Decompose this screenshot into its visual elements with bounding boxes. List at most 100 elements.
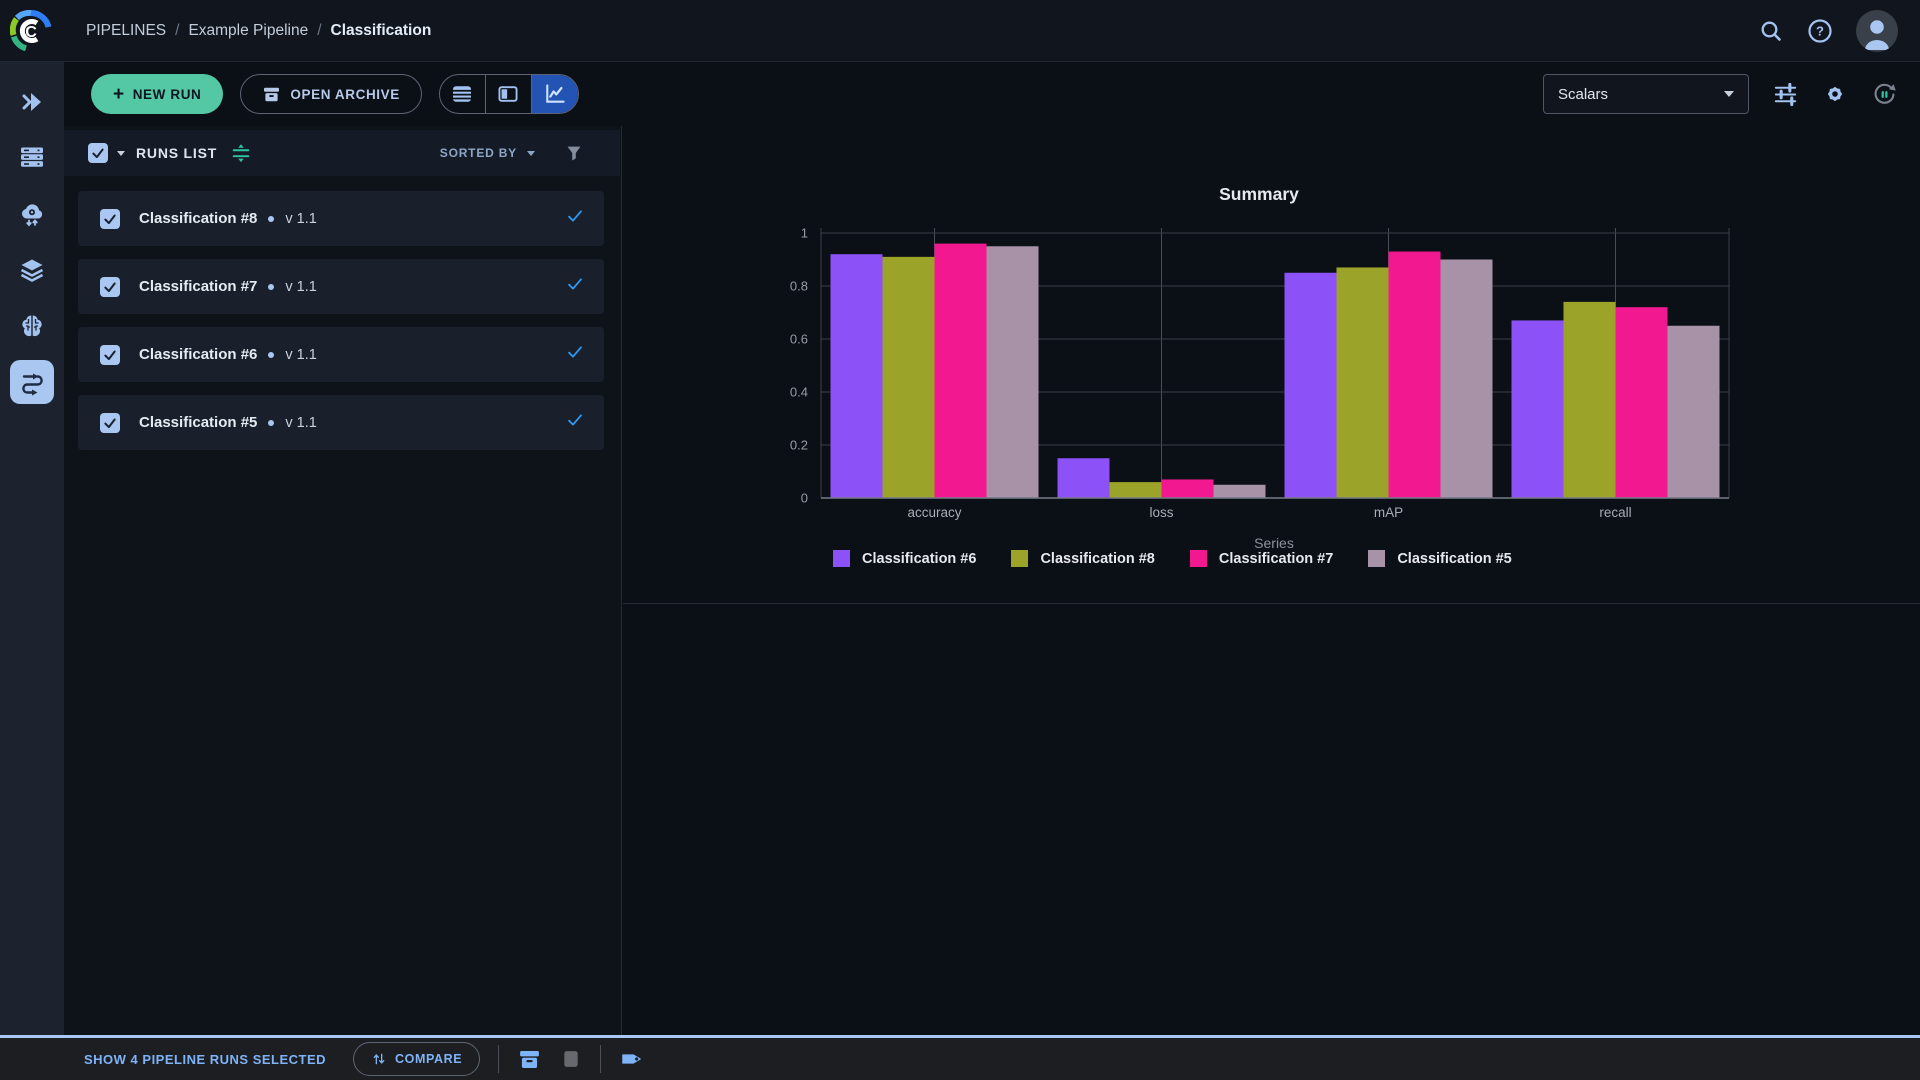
run-version: v 1.1 (285, 414, 317, 431)
metric-selector[interactable]: Scalars (1543, 74, 1749, 114)
chart-legend: Classification #6 Classification #8 Clas… (833, 550, 1512, 567)
pipelines-icon (22, 373, 43, 396)
status-dot (268, 215, 275, 222)
chart-view-icon (546, 84, 565, 103)
open-archive-button[interactable]: OPEN ARCHIVE (240, 74, 422, 114)
plus-icon: + (113, 83, 125, 105)
table-view-icon (453, 86, 472, 102)
select-all-checkbox[interactable] (88, 143, 108, 163)
svg-text:0.6: 0.6 (790, 332, 808, 347)
sorted-by-dropdown[interactable]: SORTED BY (440, 146, 535, 160)
breadcrumb-pipelines[interactable]: PIPELINES (86, 22, 166, 40)
split-view-button[interactable] (486, 75, 532, 113)
divider (600, 1045, 602, 1073)
legend-item[interactable]: Classification #5 (1368, 550, 1512, 567)
run-row[interactable]: Classification #5 v 1.1 (78, 395, 604, 450)
breadcrumb: PIPELINES / Example Pipeline / Classific… (86, 22, 431, 40)
legend-item[interactable]: Classification #6 (833, 550, 976, 567)
sidebar-item-workers-queues[interactable] (18, 143, 46, 171)
runs-list-title: RUNS LIST (136, 145, 218, 161)
compare-button[interactable]: COMPARE (353, 1042, 481, 1076)
summary-chart-panel: Summary 0 0.2 0.4 0.6 0.8 1 accuracy loss mAP reca… (623, 126, 1920, 604)
check-icon (92, 148, 104, 159)
svg-text:0.2: 0.2 (790, 438, 808, 453)
legend-label: Classification #8 (1040, 550, 1155, 567)
chart-view-button[interactable] (531, 75, 578, 113)
legend-swatch (1368, 550, 1386, 567)
selected-runs-link[interactable]: SHOW 4 PIPELINE RUNS SELECTED (84, 1052, 326, 1067)
svg-text:0: 0 (801, 491, 808, 506)
filter-icon[interactable] (564, 142, 584, 164)
selected-check-icon (566, 276, 584, 297)
runs-list-panel: RUNS LIST SORTED BY Classification #8 v (64, 126, 622, 1035)
legend-swatch (833, 550, 850, 567)
legend-item[interactable]: Classification #7 (1189, 550, 1334, 567)
status-dot (268, 351, 275, 358)
sidebar-item-pipelines[interactable] (10, 360, 54, 404)
chart-xaxis-title: Series (1254, 535, 1294, 551)
legend-swatch (1011, 550, 1029, 567)
sidebar-item-cloud[interactable] (18, 199, 46, 227)
svg-text:accuracy: accuracy (907, 505, 961, 520)
open-archive-label: OPEN ARCHIVE (290, 86, 400, 102)
unfold-rows-icon[interactable] (230, 141, 252, 165)
sidebar-item-datasets[interactable] (18, 256, 46, 284)
auto-refresh-icon[interactable] (1871, 81, 1898, 108)
top-bar: C PIPELINES / Example Pipeline / Classif… (0, 0, 1920, 62)
run-checkbox[interactable] (100, 412, 120, 433)
legend-swatch (1189, 550, 1207, 567)
sidebar-item-models[interactable] (18, 312, 46, 340)
settings-gear-icon[interactable] (1822, 81, 1848, 107)
svg-text:loss: loss (1149, 505, 1173, 520)
run-row[interactable]: Classification #7 v 1.1 (78, 259, 604, 314)
user-avatar[interactable] (1856, 9, 1898, 52)
server-rack-icon (21, 147, 43, 167)
archive-button[interactable] (517, 1047, 542, 1072)
app-root: C PIPELINES / Example Pipeline / Classif… (0, 0, 1920, 1080)
sidebar (0, 62, 64, 1035)
help-icon[interactable]: ? (1806, 17, 1834, 45)
toolbar: + NEW RUN OPEN ARCHIVE Scalars (64, 62, 1920, 126)
selected-check-icon (566, 412, 584, 433)
status-dot (268, 283, 275, 290)
breadcrumb-separator: / (175, 21, 180, 39)
run-checkbox[interactable] (100, 344, 120, 365)
summary-chart: Summary 0 0.2 0.4 0.6 0.8 1 accuracy loss mAP reca… (790, 184, 1730, 520)
legend-item[interactable]: Classification #8 (1011, 550, 1155, 567)
svg-text:C: C (25, 24, 37, 41)
svg-text:1: 1 (801, 226, 808, 241)
run-row[interactable]: Classification #8 v 1.1 (78, 191, 604, 246)
svg-text:Summary: Summary (1219, 184, 1299, 204)
search-icon[interactable] (1758, 18, 1784, 44)
breadcrumb-project[interactable]: Example Pipeline (188, 22, 308, 40)
selection-dropdown-icon[interactable] (117, 150, 125, 156)
run-row[interactable]: Classification #6 v 1.1 (78, 327, 604, 382)
clearml-logo-icon[interactable]: C (10, 9, 52, 52)
table-view-button[interactable] (440, 75, 486, 113)
svg-text:0.4: 0.4 (790, 385, 808, 400)
compare-icon (373, 1053, 385, 1065)
run-checkbox[interactable] (100, 276, 120, 297)
legend-label: Classification #5 (1397, 550, 1512, 567)
divider (498, 1045, 500, 1073)
cloud-gear-icon (22, 204, 43, 227)
check-icon (104, 282, 116, 292)
check-icon (104, 418, 116, 428)
tag-button[interactable] (619, 1046, 645, 1072)
metric-selector-value: Scalars (1558, 85, 1609, 103)
archive-icon (264, 87, 280, 101)
chevron-down-icon (527, 150, 535, 156)
legend-label: Classification #7 (1218, 550, 1334, 567)
archive-icon (520, 1050, 540, 1068)
layers-icon (20, 259, 44, 282)
tune-icon[interactable] (1772, 81, 1799, 108)
breadcrumb-current-page: Classification (330, 21, 432, 39)
run-version: v 1.1 (285, 346, 317, 363)
run-name: Classification #5 (139, 414, 258, 431)
compare-label: COMPARE (395, 1052, 463, 1066)
sidebar-item-projects[interactable] (18, 88, 46, 116)
new-run-button[interactable]: + NEW RUN (91, 74, 224, 114)
run-version: v 1.1 (285, 210, 317, 227)
brain-icon (22, 315, 42, 337)
run-checkbox[interactable] (100, 208, 120, 229)
